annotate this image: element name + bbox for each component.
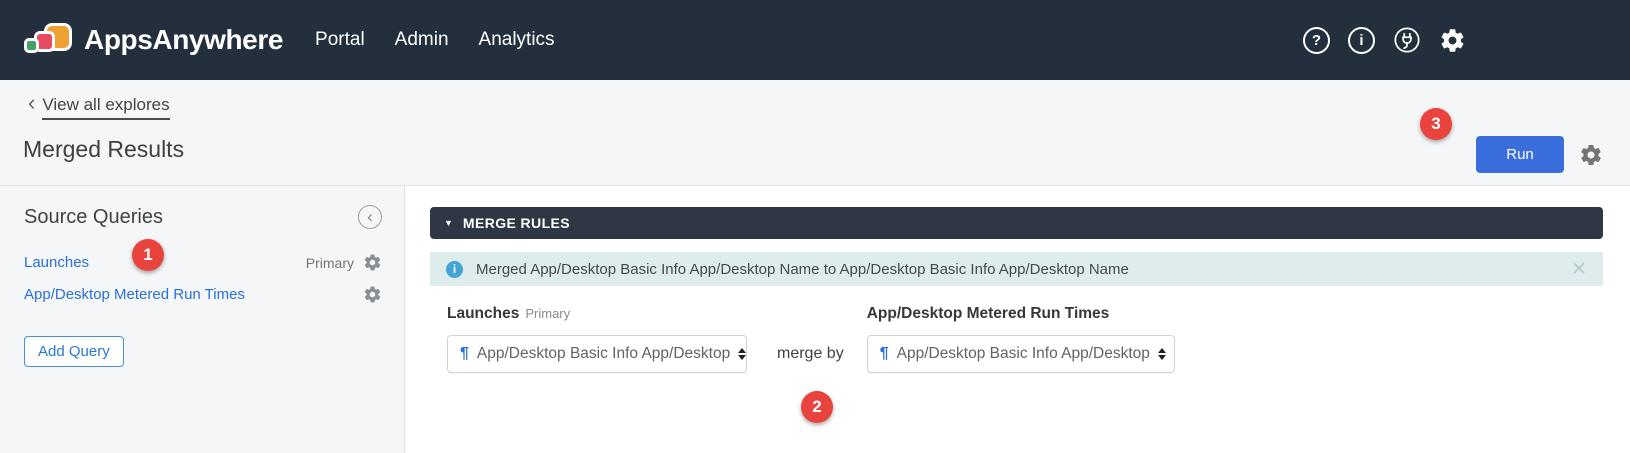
- select-value: App/Desktop Basic Info App/Desktop: [477, 345, 730, 363]
- help-icon[interactable]: ?: [1303, 27, 1330, 54]
- chevron-left-icon: ‹: [28, 94, 35, 111]
- nav-item-portal[interactable]: Portal: [315, 29, 365, 51]
- page-header: ‹ View all explores Merged Results Run: [0, 80, 1630, 186]
- sidebar-header: Source Queries ‹: [24, 205, 382, 229]
- column-title: App/Desktop Metered Run Times: [867, 305, 1175, 323]
- settings-gear-icon[interactable]: [1439, 27, 1466, 54]
- query-row-controls: [363, 285, 382, 304]
- back-to-explores-link[interactable]: ‹ View all explores: [28, 94, 170, 120]
- select-stepper-icon: [738, 348, 746, 360]
- query-settings-gear-icon[interactable]: [1579, 143, 1603, 167]
- merge-info-alert: i Merged App/Desktop Basic Info App/Desk…: [430, 252, 1603, 286]
- source-queries-sidebar: Source Queries ‹ Launches Primary App/De…: [0, 186, 405, 453]
- brand-home-link[interactable]: AppsAnywhere: [24, 23, 283, 57]
- primary-nav: Portal Admin Analytics: [315, 29, 555, 51]
- info-icon[interactable]: i: [1348, 27, 1375, 54]
- dimension-pilcrow-icon: ¶: [880, 345, 889, 363]
- merge-field-select-right[interactable]: ¶ App/Desktop Basic Info App/Desktop: [867, 335, 1175, 373]
- collapse-triangle-icon: ▼: [444, 219, 453, 228]
- top-navbar: AppsAnywhere Portal Admin Analytics ? i: [0, 0, 1630, 80]
- column-title: Launches Primary: [447, 305, 747, 323]
- logo-square-green: [24, 38, 39, 53]
- query-link-launches[interactable]: Launches: [24, 254, 89, 271]
- query-row-controls: Primary: [306, 253, 382, 272]
- appsanywhere-analytics-page: AppsAnywhere Portal Admin Analytics ? i: [0, 0, 1630, 453]
- info-circle-icon: i: [446, 261, 463, 278]
- chevron-left-circle-icon: ‹: [367, 208, 373, 225]
- column-title-text: App/Desktop Metered Run Times: [867, 305, 1110, 322]
- column-title-text: Launches: [447, 305, 519, 322]
- brand-name: AppsAnywhere: [84, 24, 283, 56]
- close-alert-icon[interactable]: ✕: [1571, 258, 1587, 281]
- merge-rule-row: Launches Primary ¶ App/Desktop Basic Info…: [447, 305, 1603, 373]
- query-gear-icon[interactable]: [363, 253, 382, 272]
- query-link-metered-run-times[interactable]: App/Desktop Metered Run Times: [24, 286, 245, 303]
- back-link-label: View all explores: [42, 95, 169, 120]
- main-content: ▼ MERGE RULES i Merged App/Desktop Basic…: [405, 186, 1630, 453]
- plug-icon[interactable]: [1393, 26, 1421, 54]
- merge-field-select-left[interactable]: ¶ App/Desktop Basic Info App/Desktop: [447, 335, 747, 373]
- page-title: Merged Results: [23, 136, 1603, 163]
- run-controls: Run: [1476, 136, 1603, 173]
- merge-column-launches: Launches Primary ¶ App/Desktop Basic Info…: [447, 305, 747, 373]
- query-row-metered-run-times: App/Desktop Metered Run Times: [24, 285, 382, 304]
- query-gear-icon[interactable]: [363, 285, 382, 304]
- annotation-badge-2: 2: [801, 391, 833, 423]
- annotation-badge-3: 3: [1420, 108, 1452, 140]
- primary-badge: Primary: [525, 306, 570, 321]
- run-button[interactable]: Run: [1476, 136, 1564, 173]
- collapse-sidebar-button[interactable]: ‹: [358, 205, 382, 229]
- query-row-launches: Launches Primary: [24, 253, 382, 272]
- navbar-icon-group: ? i: [1303, 0, 1466, 80]
- alert-message: Merged App/Desktop Basic Info App/Deskto…: [476, 261, 1129, 278]
- select-value: App/Desktop Basic Info App/Desktop: [897, 345, 1150, 363]
- annotation-badge-1: 1: [132, 239, 164, 271]
- merge-rules-section-header[interactable]: ▼ MERGE RULES: [430, 207, 1603, 239]
- add-query-button[interactable]: Add Query: [24, 336, 124, 367]
- merge-rule-editor: Launches Primary ¶ App/Desktop Basic Info…: [430, 305, 1603, 373]
- merge-rules-title: MERGE RULES: [463, 215, 570, 231]
- nav-item-admin[interactable]: Admin: [395, 29, 449, 51]
- merge-by-label: merge by: [777, 335, 844, 373]
- merge-column-metered-run-times: App/Desktop Metered Run Times ¶ App/Desk…: [867, 305, 1175, 373]
- nav-item-analytics[interactable]: Analytics: [479, 29, 555, 51]
- appsanywhere-logo-icon: [24, 23, 72, 57]
- primary-badge: Primary: [306, 255, 354, 271]
- dimension-pilcrow-icon: ¶: [460, 345, 469, 363]
- select-stepper-icon: [1158, 348, 1166, 360]
- sidebar-title: Source Queries: [24, 206, 163, 229]
